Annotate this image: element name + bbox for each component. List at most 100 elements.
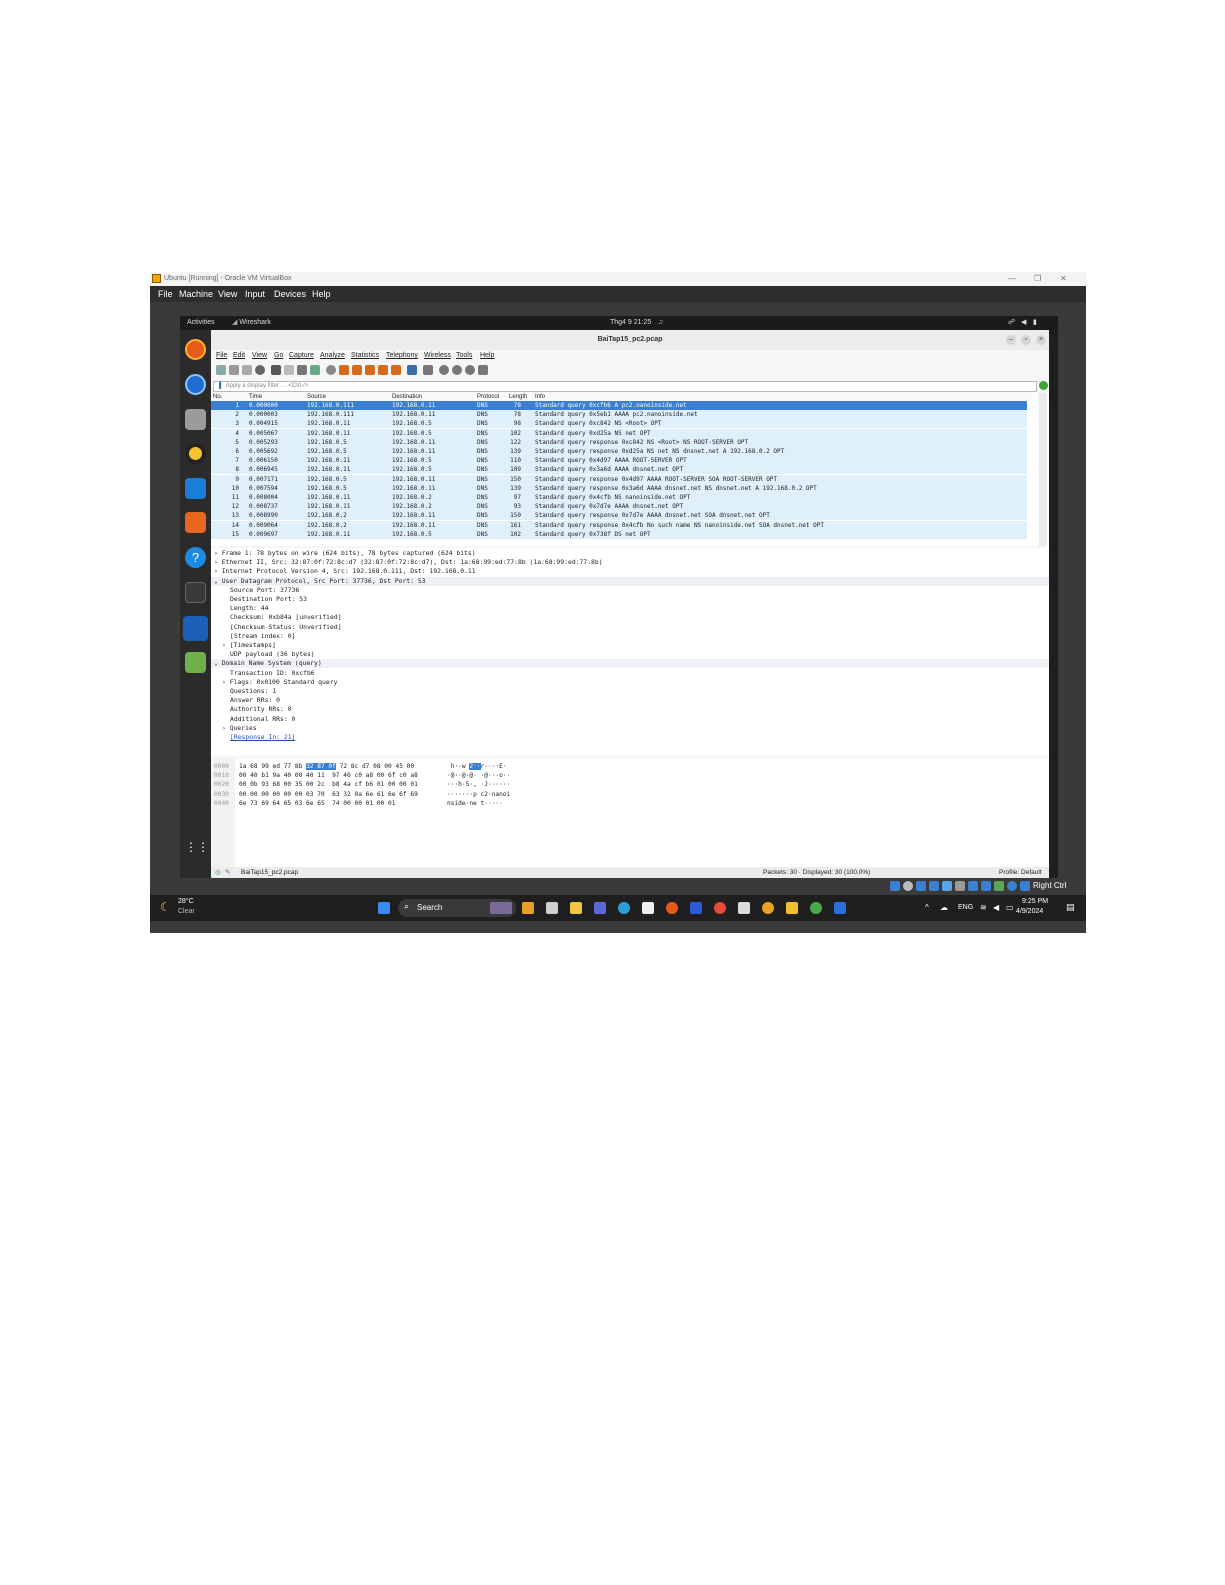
menu-tools[interactable]: Tools bbox=[456, 350, 472, 362]
packet-row[interactable]: 1 0.000000 192.168.0.111 192.168.0.11 DNS 78 S… bbox=[211, 401, 1027, 410]
network-adapter-icon[interactable] bbox=[929, 881, 939, 891]
packet-row[interactable]: 3 0.004915 192.168.0.11 192.168.0.5 DNS 98 Sta… bbox=[211, 419, 1027, 429]
vbox-menu-machine[interactable]: Machine bbox=[179, 286, 213, 302]
packet-row[interactable]: 12 0.008737 192.168.0.11 192.168.0.2 DNS 93 St… bbox=[211, 502, 1027, 512]
trash-icon[interactable] bbox=[185, 652, 206, 673]
language-indicator[interactable]: ENG bbox=[958, 904, 973, 911]
terminal-icon[interactable] bbox=[185, 582, 206, 603]
detail-line[interactable]: Source Port: 37736 bbox=[230, 586, 299, 595]
ascii-dump-line[interactable]: ···h·5·, ·J······ bbox=[447, 780, 510, 789]
go-to-packet-icon[interactable] bbox=[365, 365, 375, 375]
menu-view[interactable]: View bbox=[252, 350, 267, 362]
vbox-menu-file[interactable]: File bbox=[158, 286, 173, 302]
autoscroll-icon[interactable] bbox=[407, 365, 417, 375]
hex-dump-line[interactable]: 00 00 00 00 00 00 03 70 63 32 0a 6e 61 6… bbox=[239, 790, 418, 799]
notification-icon[interactable]: ▤ bbox=[1066, 902, 1075, 913]
packet-row[interactable]: 8 0.006945 192.168.0.11 192.168.0.5 DNS 109 St… bbox=[211, 465, 1027, 475]
ascii-dump-line[interactable]: nside·ne t····· bbox=[447, 799, 503, 808]
taskbar-search[interactable]: ⌕ Search bbox=[398, 899, 516, 917]
col-protocol[interactable]: Protocol bbox=[477, 393, 499, 401]
packet-row[interactable]: 10 0.007594 192.168.0.5 192.168.0.11 DNS 139 S… bbox=[211, 483, 1027, 493]
files-icon[interactable] bbox=[185, 409, 206, 430]
save-file-icon[interactable] bbox=[284, 365, 294, 375]
ascii-dump-line[interactable]: ·······p c2·nanoi bbox=[447, 790, 510, 799]
packet-row[interactable]: 5 0.005293 192.168.0.5 192.168.0.11 DNS 122 St… bbox=[211, 437, 1027, 447]
battery-tray-icon[interactable]: ▭ bbox=[1006, 903, 1014, 912]
wireshark-icon[interactable] bbox=[183, 616, 208, 641]
chevron-up-icon[interactable]: ^ bbox=[925, 903, 929, 912]
detail-line[interactable]: Additional RRs: 0 bbox=[230, 715, 295, 724]
detail-line[interactable]: UDP payload (36 bytes) bbox=[230, 650, 315, 659]
wireshark-app-menu[interactable]: ◢ Wireshark bbox=[232, 316, 271, 330]
detail-line[interactable]: › Frame 1: 78 bytes on wire (624 bits), … bbox=[214, 549, 476, 558]
edge-icon[interactable] bbox=[618, 902, 630, 914]
response-link[interactable]: [Response In: 21] bbox=[230, 733, 295, 742]
go-forward-icon[interactable] bbox=[352, 365, 362, 375]
colorize-icon[interactable] bbox=[423, 365, 433, 375]
word-icon[interactable] bbox=[834, 902, 846, 914]
start-capture-icon[interactable] bbox=[216, 365, 226, 375]
stop-capture-icon[interactable] bbox=[229, 365, 239, 375]
detail-line[interactable]: Length: 44 bbox=[230, 604, 268, 613]
packet-row[interactable]: 9 0.007171 192.168.0.5 192.168.0.11 DNS 150 St… bbox=[211, 474, 1027, 484]
l-app-icon[interactable] bbox=[690, 902, 702, 914]
menu-go[interactable]: Go bbox=[274, 350, 283, 362]
packet-row[interactable]: 6 0.005692 192.168.0.5 192.168.0.11 DNS 139 St… bbox=[211, 447, 1027, 456]
menu-file[interactable]: File bbox=[216, 350, 227, 362]
col-length[interactable]: Length bbox=[509, 393, 527, 401]
ws-minimize-icon[interactable]: – bbox=[1006, 335, 1016, 345]
taskbar-time[interactable]: 9:25 PM bbox=[1022, 898, 1048, 905]
thunderbird-icon[interactable] bbox=[185, 374, 206, 395]
help-icon[interactable]: ? bbox=[185, 547, 206, 568]
detail-line[interactable]: ⌄ Domain Name System (query) bbox=[211, 659, 1049, 669]
detail-line[interactable]: › Flags: 0x0100 Standard query bbox=[222, 678, 337, 687]
packet-row[interactable]: 11 0.008004 192.168.0.11 192.168.0.2 DNS 97 St… bbox=[211, 493, 1027, 502]
detail-line[interactable]: Transaction ID: 0xcfb6 bbox=[230, 669, 315, 678]
hdd-icon[interactable] bbox=[890, 881, 900, 891]
status-profile[interactable]: Profile: Default bbox=[999, 867, 1042, 878]
wifi-icon[interactable]: ≋ bbox=[980, 903, 987, 912]
speaker-icon[interactable]: ◀ bbox=[993, 903, 999, 912]
col-time[interactable]: Time bbox=[249, 393, 262, 401]
menu-edit[interactable]: Edit bbox=[233, 350, 245, 362]
detail-line[interactable]: Questions: 1 bbox=[230, 687, 276, 696]
hex-dump-line[interactable]: 6e 73 69 64 65 03 6e 65 74 00 00 01 00 0… bbox=[239, 799, 395, 808]
file-explorer-icon[interactable] bbox=[570, 902, 582, 914]
detail-line[interactable]: [Stream index: 0] bbox=[230, 632, 295, 641]
vbox-menu-input[interactable]: Input bbox=[245, 286, 265, 302]
weather-desc[interactable]: Clear bbox=[178, 908, 195, 915]
virtualbox-taskbar-icon[interactable] bbox=[738, 902, 750, 914]
start-icon[interactable] bbox=[378, 902, 390, 914]
chrome-profile-2-icon[interactable] bbox=[810, 902, 822, 914]
activities-button[interactable]: Activities bbox=[187, 316, 215, 330]
comment-icon[interactable]: ✎ bbox=[225, 867, 230, 878]
apply-filter-icon[interactable] bbox=[1039, 381, 1048, 390]
packet-row[interactable]: 4 0.005067 192.168.0.11 192.168.0.5 DNS 102 St… bbox=[211, 428, 1027, 438]
taskbar-date[interactable]: 4/9/2024 bbox=[1016, 908, 1043, 915]
find-packet-icon[interactable] bbox=[326, 365, 336, 375]
menu-telephony[interactable]: Telephony bbox=[386, 350, 418, 362]
network-icon[interactable]: ☍ bbox=[1008, 316, 1015, 330]
packet-row[interactable]: 7 0.006150 192.168.0.11 192.168.0.5 DNS 110 St… bbox=[211, 456, 1027, 466]
battery-icon[interactable]: ▮ bbox=[1033, 316, 1037, 330]
firefox-icon[interactable] bbox=[185, 339, 206, 360]
detail-line[interactable]: Checksum: 0xb84a [unverified] bbox=[230, 613, 342, 622]
expert-info-icon[interactable]: ◎ bbox=[215, 867, 221, 878]
volume-icon[interactable]: ◀ bbox=[1021, 316, 1026, 330]
restart-capture-icon[interactable] bbox=[242, 365, 252, 375]
detail-line[interactable]: › Queries bbox=[222, 724, 257, 733]
vbox-menu-help[interactable]: Help bbox=[312, 286, 331, 302]
detail-line[interactable]: › Ethernet II, Src: 32:87:0f:72:8c:d7 (3… bbox=[214, 558, 603, 567]
last-packet-icon[interactable] bbox=[391, 365, 401, 375]
writer-icon[interactable] bbox=[185, 478, 206, 499]
app-center-icon[interactable] bbox=[185, 512, 206, 533]
close-button[interactable]: ✕ bbox=[1060, 272, 1067, 286]
detail-line[interactable]: Answer RRs: 0 bbox=[230, 696, 280, 705]
packet-list-scrollbar[interactable] bbox=[1039, 393, 1047, 546]
ascii-dump-line[interactable]: ·@··@·@· ·@···o·· bbox=[447, 771, 510, 780]
ws-close-icon[interactable]: × bbox=[1036, 335, 1046, 345]
shared-folder-icon[interactable] bbox=[955, 881, 965, 891]
col-destination[interactable]: Destination bbox=[392, 393, 422, 401]
open-file-icon[interactable] bbox=[271, 365, 281, 375]
detail-line[interactable]: ⌄ User Datagram Protocol, Src Port: 3773… bbox=[211, 576, 1049, 586]
